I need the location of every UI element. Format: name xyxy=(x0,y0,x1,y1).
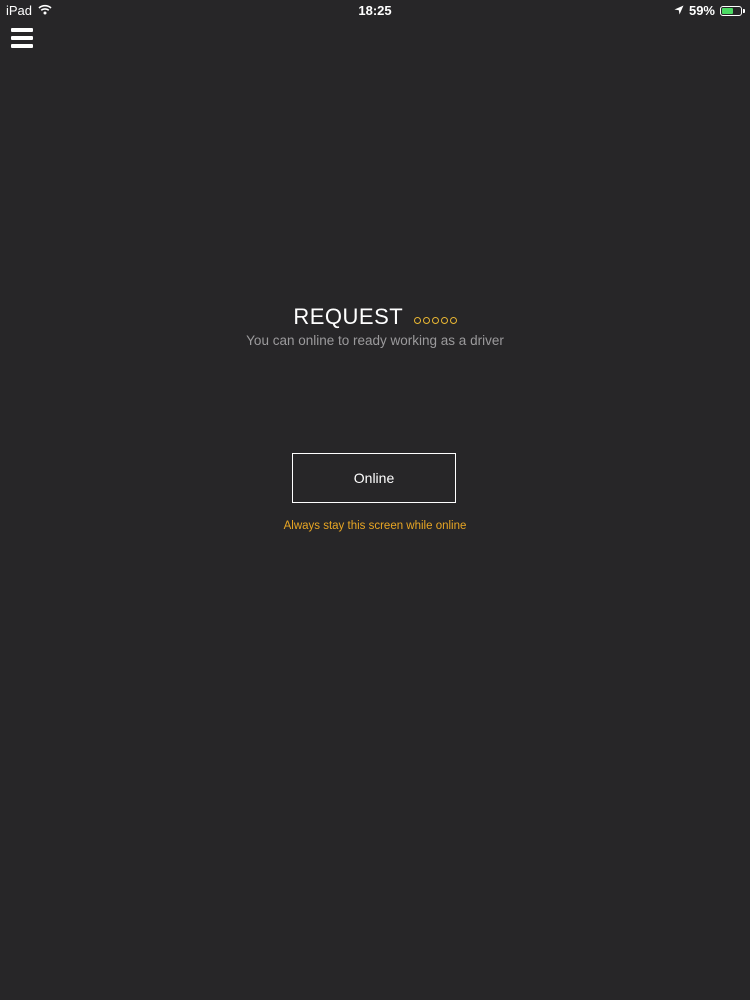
battery-icon xyxy=(720,5,745,16)
title-row: REQUEST xyxy=(0,304,750,330)
online-hint: Always stay this screen while online xyxy=(283,520,467,532)
status-time: 18:25 xyxy=(358,3,392,18)
subtitle: You can online to ready working as a dri… xyxy=(246,333,504,348)
status-right: 59% xyxy=(674,3,745,18)
page-title: REQUEST xyxy=(293,304,404,329)
location-arrow-icon xyxy=(674,3,684,18)
online-button[interactable]: Online xyxy=(292,453,456,503)
battery-percent: 59% xyxy=(688,3,715,18)
battery-level xyxy=(722,7,733,14)
hamburger-menu-icon[interactable] xyxy=(11,28,33,48)
status-bar: iPad 18:25 59% xyxy=(0,0,750,22)
loading-dots-icon xyxy=(413,317,457,324)
